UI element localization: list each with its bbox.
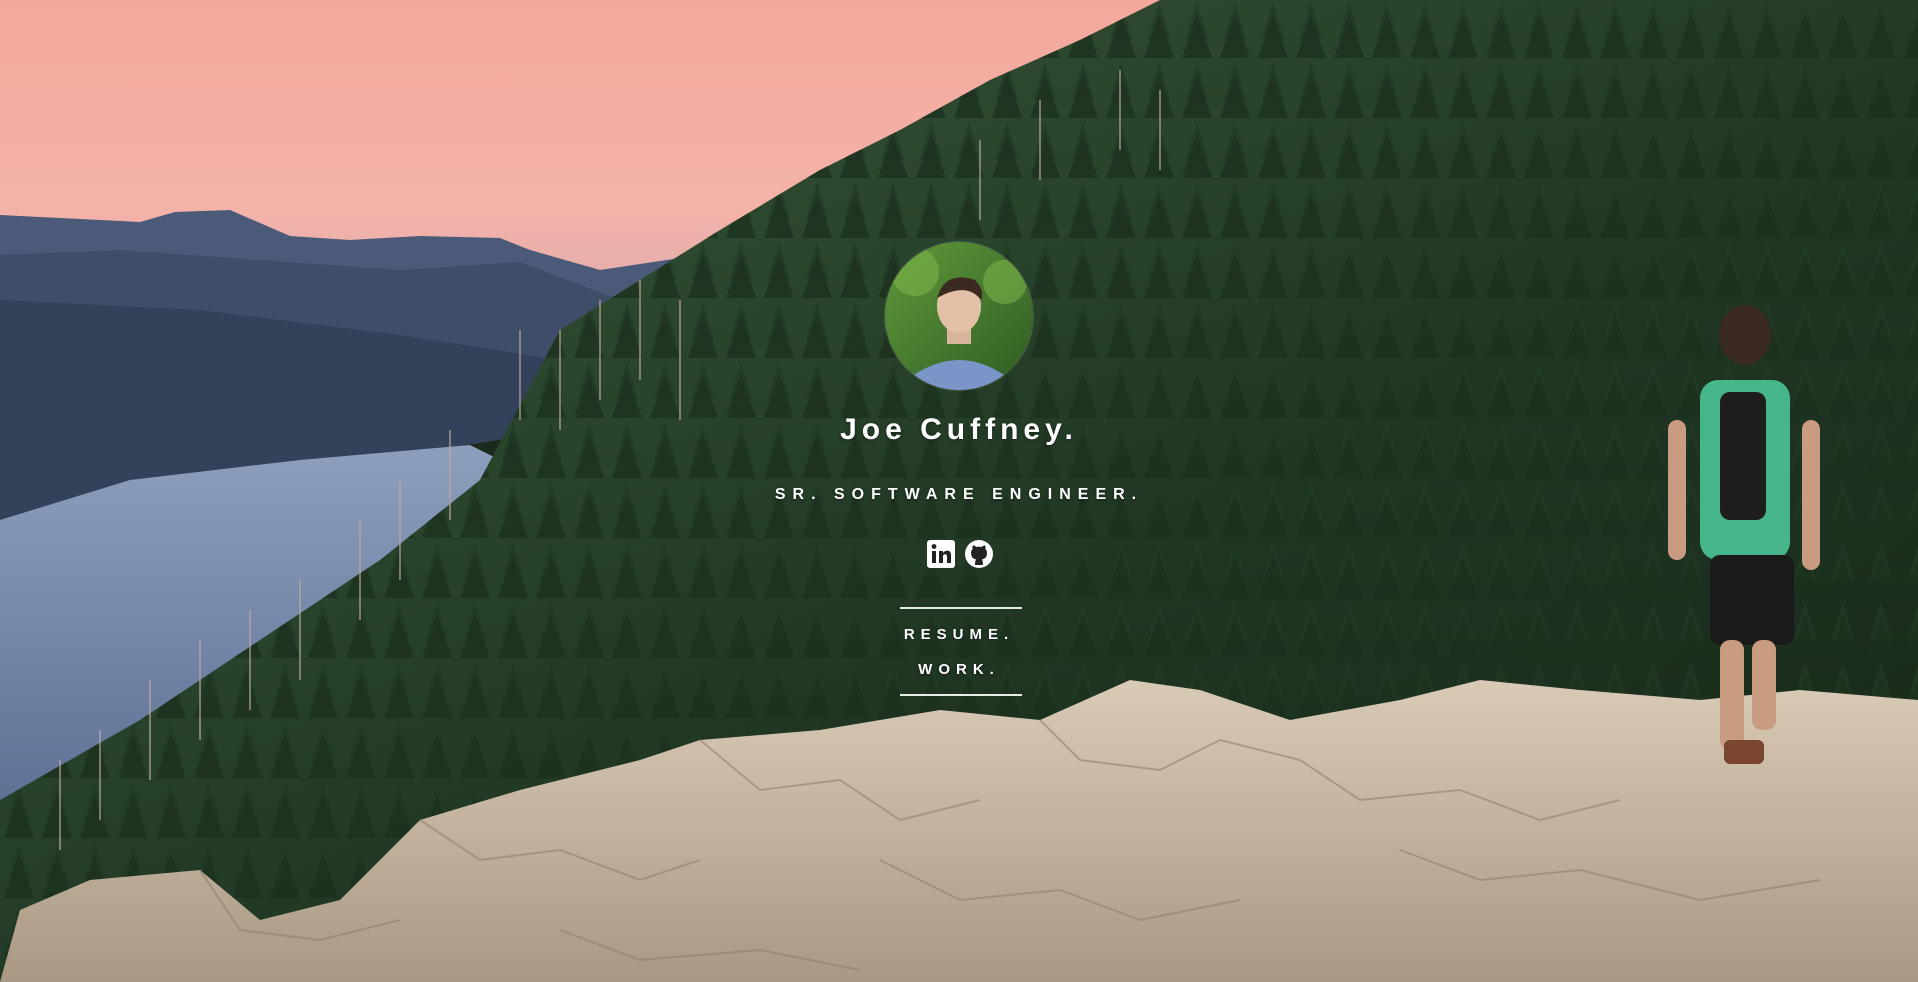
linkedin-link[interactable] — [925, 538, 957, 570]
hero-section: Joe Cuffney. SR. SOFTWARE ENGINEER. RESU… — [0, 0, 1918, 982]
linkedin-icon — [927, 540, 955, 568]
profile-title: SR. SOFTWARE ENGINEER. — [774, 486, 1144, 503]
github-icon — [965, 540, 993, 568]
nav-divider-top — [900, 607, 1022, 609]
nav-divider-bottom — [900, 694, 1022, 696]
profile-avatar — [885, 242, 1033, 390]
social-links — [925, 538, 995, 572]
intro-content: Joe Cuffney. SR. SOFTWARE ENGINEER. RESU… — [0, 0, 1918, 982]
nav-work-link[interactable]: WORK. — [0, 661, 1918, 678]
profile-name: Joe Cuffney. — [840, 413, 1078, 446]
github-link[interactable] — [963, 538, 995, 570]
nav-resume-link[interactable]: RESUME. — [0, 626, 1918, 643]
